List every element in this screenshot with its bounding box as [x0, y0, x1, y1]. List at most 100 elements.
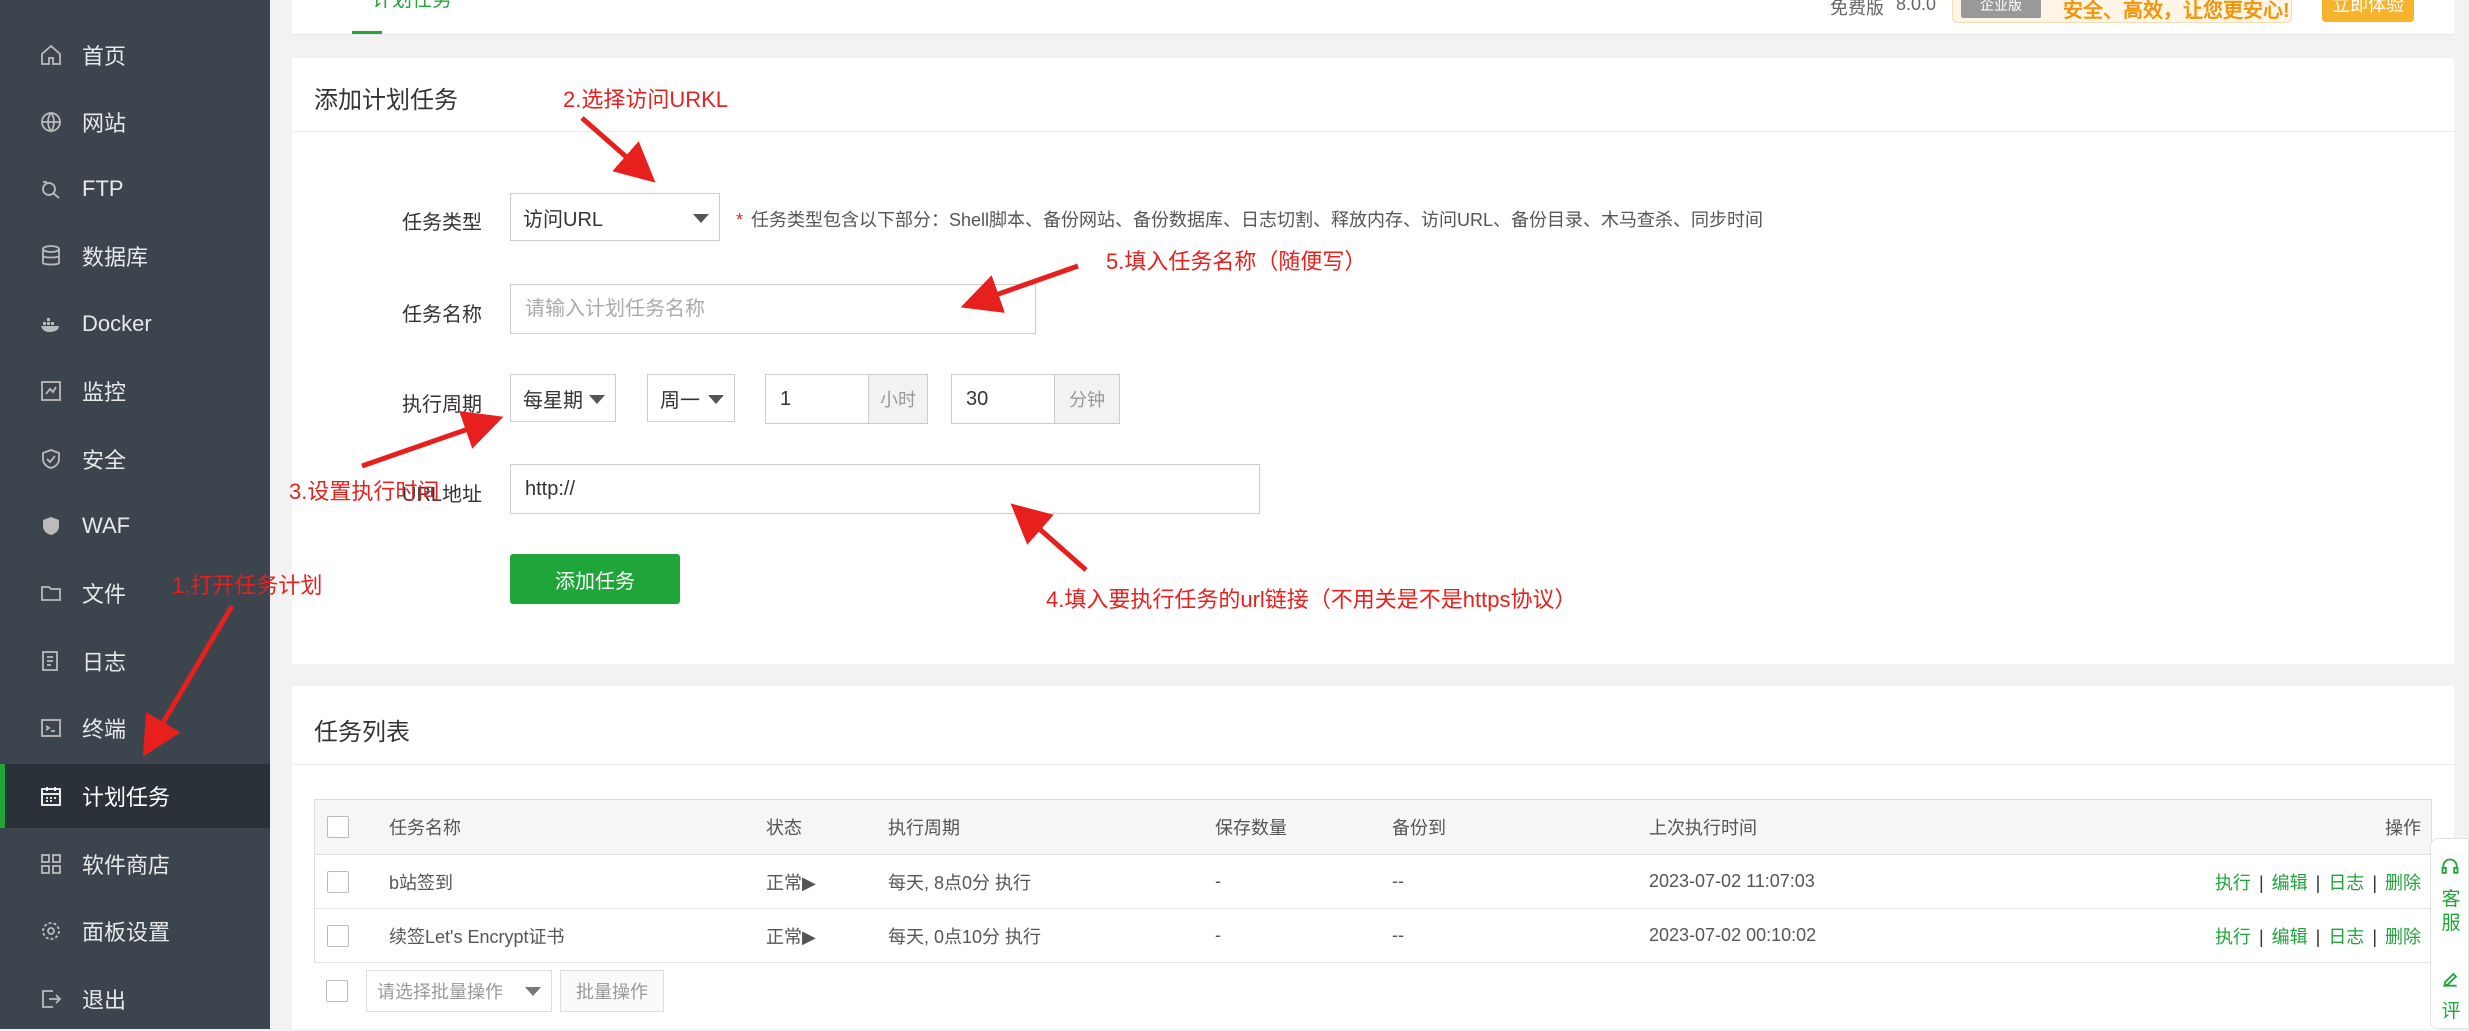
sidebar-item-label: 日志 — [82, 650, 127, 675]
batch-select-placeholder: 请选择批量操作 — [377, 982, 503, 1002]
tab-cron[interactable]: 计划任务 — [352, 0, 472, 34]
hour-input[interactable] — [765, 374, 869, 424]
sidebar-item-label: 安全 — [82, 448, 127, 473]
column-header-backup: 备份到 — [1391, 799, 1648, 855]
last-run-cell: 2023-07-02 11:07:03 — [1648, 854, 1991, 909]
log-link[interactable]: 日志 — [2328, 873, 2364, 893]
terminal-icon — [38, 715, 64, 741]
separator: | — [2315, 926, 2321, 947]
backup-cell: -- — [1391, 908, 1648, 963]
sidebar-item-security[interactable]: 安全 — [0, 427, 270, 491]
annotation-step5: 5.填入任务名称（随便写） — [1106, 249, 1367, 274]
column-header-period: 执行周期 — [887, 799, 1214, 855]
separator: | — [2372, 926, 2377, 947]
divider — [292, 764, 2454, 765]
gear-icon — [38, 918, 64, 944]
caret-down-icon — [589, 395, 605, 404]
table-row: b站签到 正常▶ 每天, 8点0分 执行 - -- 2023-07-02 11:… — [314, 854, 2432, 909]
batch-operation-select[interactable]: 请选择批量操作 — [366, 970, 552, 1012]
run-link[interactable]: 执行 — [2215, 927, 2251, 947]
enterprise-badge: 企业版 — [1961, 0, 2041, 18]
sidebar-item-label: 终端 — [82, 717, 127, 742]
actions-cell: 执行 | 编辑 | 日志 | 删除 — [1990, 854, 2432, 909]
sidebar-item-label: 计划任务 — [82, 785, 171, 810]
ftp-icon — [38, 176, 64, 202]
url-input[interactable] — [510, 464, 1260, 514]
customer-service-label-1[interactable]: 客 — [2437, 889, 2465, 911]
tab-active-indicator — [352, 31, 382, 34]
folder-icon — [38, 580, 64, 606]
sidebar-item-ftp[interactable]: FTP — [0, 157, 270, 221]
sidebar-item-label: WAF — [82, 513, 131, 538]
weekday-value: 周一 — [660, 389, 700, 412]
column-header-status: 状态 — [765, 799, 887, 855]
row-checkbox[interactable] — [327, 924, 349, 947]
annotation-step4: 4.填入要执行任务的url链接（不用关是不是https协议） — [1046, 587, 1577, 612]
column-header-keep: 保存数量 — [1214, 799, 1391, 855]
period-cell: 每天, 8点0分 执行 — [887, 854, 1214, 909]
status-toggle[interactable]: 正常▶ — [765, 908, 887, 963]
separator: | — [2372, 872, 2377, 893]
row-checkbox-cell — [314, 854, 388, 909]
batch-operation-button[interactable]: 批量操作 — [560, 970, 664, 1012]
sidebar-item-cron[interactable]: 计划任务 — [0, 764, 270, 828]
caret-down-icon — [693, 214, 709, 223]
weekday-select[interactable]: 周一 — [647, 374, 735, 422]
column-header-name: 任务名称 — [388, 799, 765, 855]
edit-link[interactable]: 编辑 — [2272, 873, 2308, 893]
sidebar-item-label: 面板设置 — [82, 920, 171, 945]
sidebar-item-store[interactable]: 软件商店 — [0, 832, 270, 896]
log-link[interactable]: 日志 — [2328, 927, 2364, 947]
minute-input[interactable] — [951, 374, 1055, 424]
delete-link[interactable]: 删除 — [2385, 927, 2421, 947]
promo-text: 安全、高效，让您更安心! — [2063, 0, 2290, 22]
required-mark: * — [736, 210, 744, 230]
add-task-button[interactable]: 添加任务 — [510, 554, 680, 604]
status-toggle[interactable]: 正常▶ — [765, 854, 887, 909]
sidebar-item-logout[interactable]: 退出 — [0, 967, 270, 1031]
period-label: 执行周期 — [402, 394, 482, 416]
customer-service-label-2[interactable]: 服 — [2437, 913, 2465, 935]
edit-link[interactable]: 编辑 — [2272, 927, 2308, 947]
minute-unit: 分钟 — [1054, 374, 1120, 424]
sidebar-item-logs[interactable]: 日志 — [0, 629, 270, 693]
sidebar-item-terminal[interactable]: 终端 — [0, 696, 270, 760]
promo-banner[interactable]: 企业版 安全、高效，让您更安心! — [1952, 0, 2292, 23]
sidebar-item-docker[interactable]: Docker — [0, 292, 270, 356]
sidebar-item-home[interactable]: 首页 — [0, 23, 270, 87]
sidebar-item-waf[interactable]: WAF — [0, 494, 270, 558]
try-now-button[interactable]: 立即体验 — [2322, 0, 2414, 22]
edit-review-icon[interactable] — [2440, 969, 2460, 989]
add-task-title: 添加计划任务 — [314, 87, 458, 114]
home-icon — [38, 42, 64, 68]
task-name-input[interactable] — [510, 284, 1036, 334]
select-all-checkbox[interactable] — [327, 816, 349, 839]
waf-shield-icon — [38, 513, 64, 539]
hour-unit: 小时 — [868, 374, 928, 424]
task-type-note: * 任务类型包含以下部分：Shell脚本、备份网站、备份数据库、日志切割、释放内存… — [736, 206, 1763, 232]
headset-icon[interactable] — [2440, 857, 2460, 877]
task-name-cell: 续签Let's Encrypt证书 — [388, 908, 765, 963]
task-type-value: 访问URL — [523, 208, 604, 231]
add-task-panel: 添加计划任务 任务类型 访问URL * 任务类型包含以下部分：Shell脚本、备份… — [292, 58, 2454, 664]
sidebar-item-website[interactable]: 网站 — [0, 90, 270, 154]
delete-link[interactable]: 删除 — [2385, 873, 2421, 893]
floating-service-widget: 客 服 评 — [2430, 838, 2469, 1029]
sidebar-item-monitor[interactable]: 监控 — [0, 359, 270, 423]
task-type-select[interactable]: 访问URL — [510, 193, 720, 241]
run-link[interactable]: 执行 — [2215, 873, 2251, 893]
grid-icon — [38, 851, 64, 877]
annotation-step3: 3.设置执行时间 — [289, 479, 440, 504]
task-type-note-text: 任务类型包含以下部分：Shell脚本、备份网站、备份数据库、日志切割、释放内存、… — [751, 210, 1764, 230]
review-label[interactable]: 评 — [2437, 1001, 2465, 1023]
period-select[interactable]: 每星期 — [510, 374, 616, 422]
table-row: 续签Let's Encrypt证书 正常▶ 每天, 0点10分 执行 - -- … — [314, 908, 2432, 963]
sidebar-item-settings[interactable]: 面板设置 — [0, 899, 270, 963]
batch-checkbox[interactable] — [326, 980, 348, 1002]
row-checkbox[interactable] — [327, 870, 349, 893]
caret-down-icon — [708, 395, 724, 404]
sidebar-item-label: 首页 — [82, 44, 127, 69]
version-label: 8.0.0 — [1896, 0, 1937, 14]
sidebar-item-database[interactable]: 数据库 — [0, 224, 270, 288]
task-name-cell: b站签到 — [388, 854, 765, 909]
